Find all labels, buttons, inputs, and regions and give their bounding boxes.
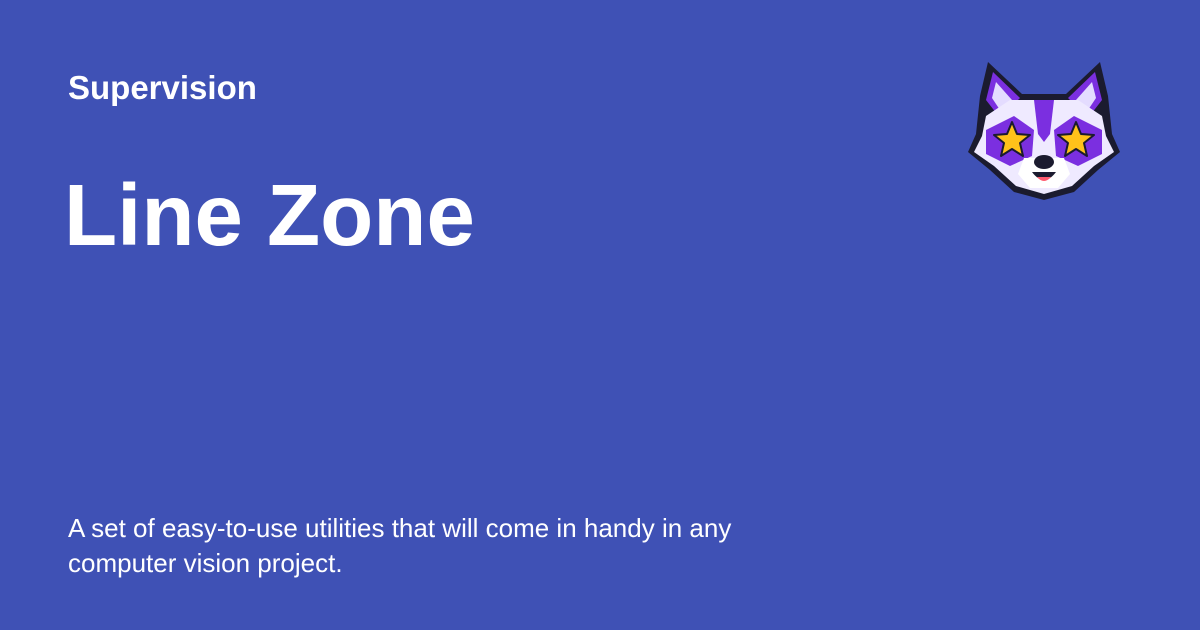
site-name: Supervision: [68, 69, 257, 106]
fox-mascot-icon: [966, 56, 1122, 204]
page-description: A set of easy-to-use utilities that will…: [68, 513, 732, 578]
page-title: Line Zone: [64, 167, 475, 264]
